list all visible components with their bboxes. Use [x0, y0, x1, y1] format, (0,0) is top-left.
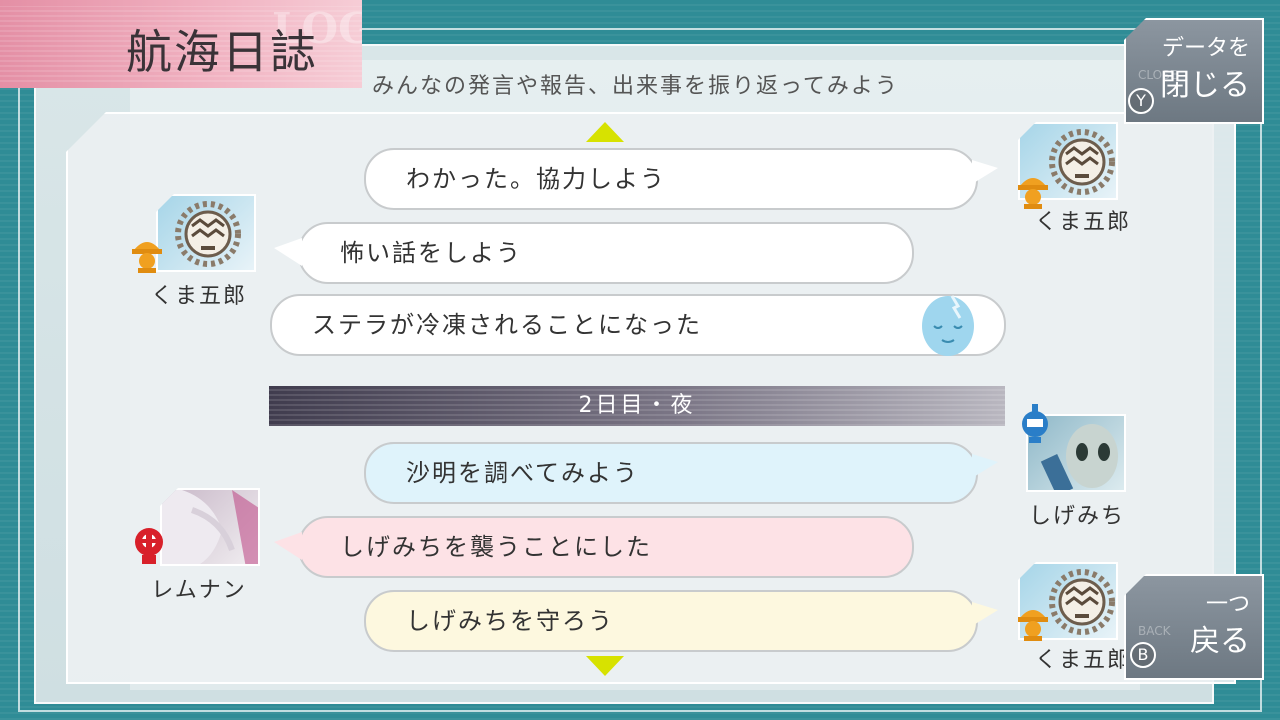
robot-head-icon	[1022, 404, 1048, 443]
b-button-icon[interactable]: B	[1130, 642, 1156, 668]
scroll-up-icon[interactable]	[586, 122, 624, 142]
y-button-icon[interactable]: Y	[1128, 88, 1154, 114]
close-label-line2: 閉じる	[1160, 68, 1250, 103]
speaker-name-4: しげみち	[1028, 504, 1125, 529]
speaker-name-1: くま五郎	[1034, 210, 1131, 235]
day-divider-label: 2日目・夜	[578, 393, 696, 418]
speaker-name-2: くま五郎	[150, 284, 247, 309]
white-hair-face-icon	[162, 490, 258, 564]
log-text-2: 怖い話をしよう	[340, 239, 522, 267]
log-bubble-6: しげみちを守ろう	[364, 590, 998, 652]
page-title: 航海日誌	[126, 25, 318, 79]
sun-face-icon	[175, 201, 241, 267]
frozen-head-icon	[922, 295, 974, 356]
close-label-line1: データを	[1161, 36, 1250, 61]
hardhat-icon	[132, 242, 162, 273]
log-bubble-4: 沙明を調べてみよう	[364, 442, 998, 504]
scroll-down-icon[interactable]	[586, 656, 624, 676]
log-bubble-1: わかった。協力しよう	[364, 148, 998, 210]
log-bubble-3: ステラが冷凍されることになった	[270, 294, 1006, 356]
log-bubble-5: しげみちを襲うことにした	[274, 516, 914, 578]
log-text-4: 沙明を調べてみよう	[406, 459, 640, 487]
log-text-1: わかった。協力しよう	[406, 165, 666, 193]
hardhat-icon	[1018, 610, 1048, 641]
log-bubble-2: 怖い話をしよう	[274, 222, 914, 284]
day-divider: 2日目・夜	[269, 386, 1005, 426]
log-text-6: しげみちを守ろう	[406, 607, 614, 635]
log-text-3: ステラが冷凍されることになった	[312, 311, 702, 339]
speaker-name-5: レムナン	[151, 578, 247, 603]
skull-icon	[135, 528, 163, 564]
page-subtitle: みんなの発言や報告、出来事を振り返ってみよう	[372, 74, 899, 99]
back-label-line1: 一つ	[1205, 592, 1250, 617]
title-tab: LOG 航海日誌	[0, 0, 362, 88]
back-ghost-label: BACK	[1138, 624, 1171, 638]
portrait-lemnan	[160, 488, 260, 566]
back-label-line2: 戻る	[1190, 624, 1250, 659]
portrait-kumagoro-2	[156, 194, 256, 272]
log-text-5: しげみちを襲うことにした	[340, 533, 652, 561]
